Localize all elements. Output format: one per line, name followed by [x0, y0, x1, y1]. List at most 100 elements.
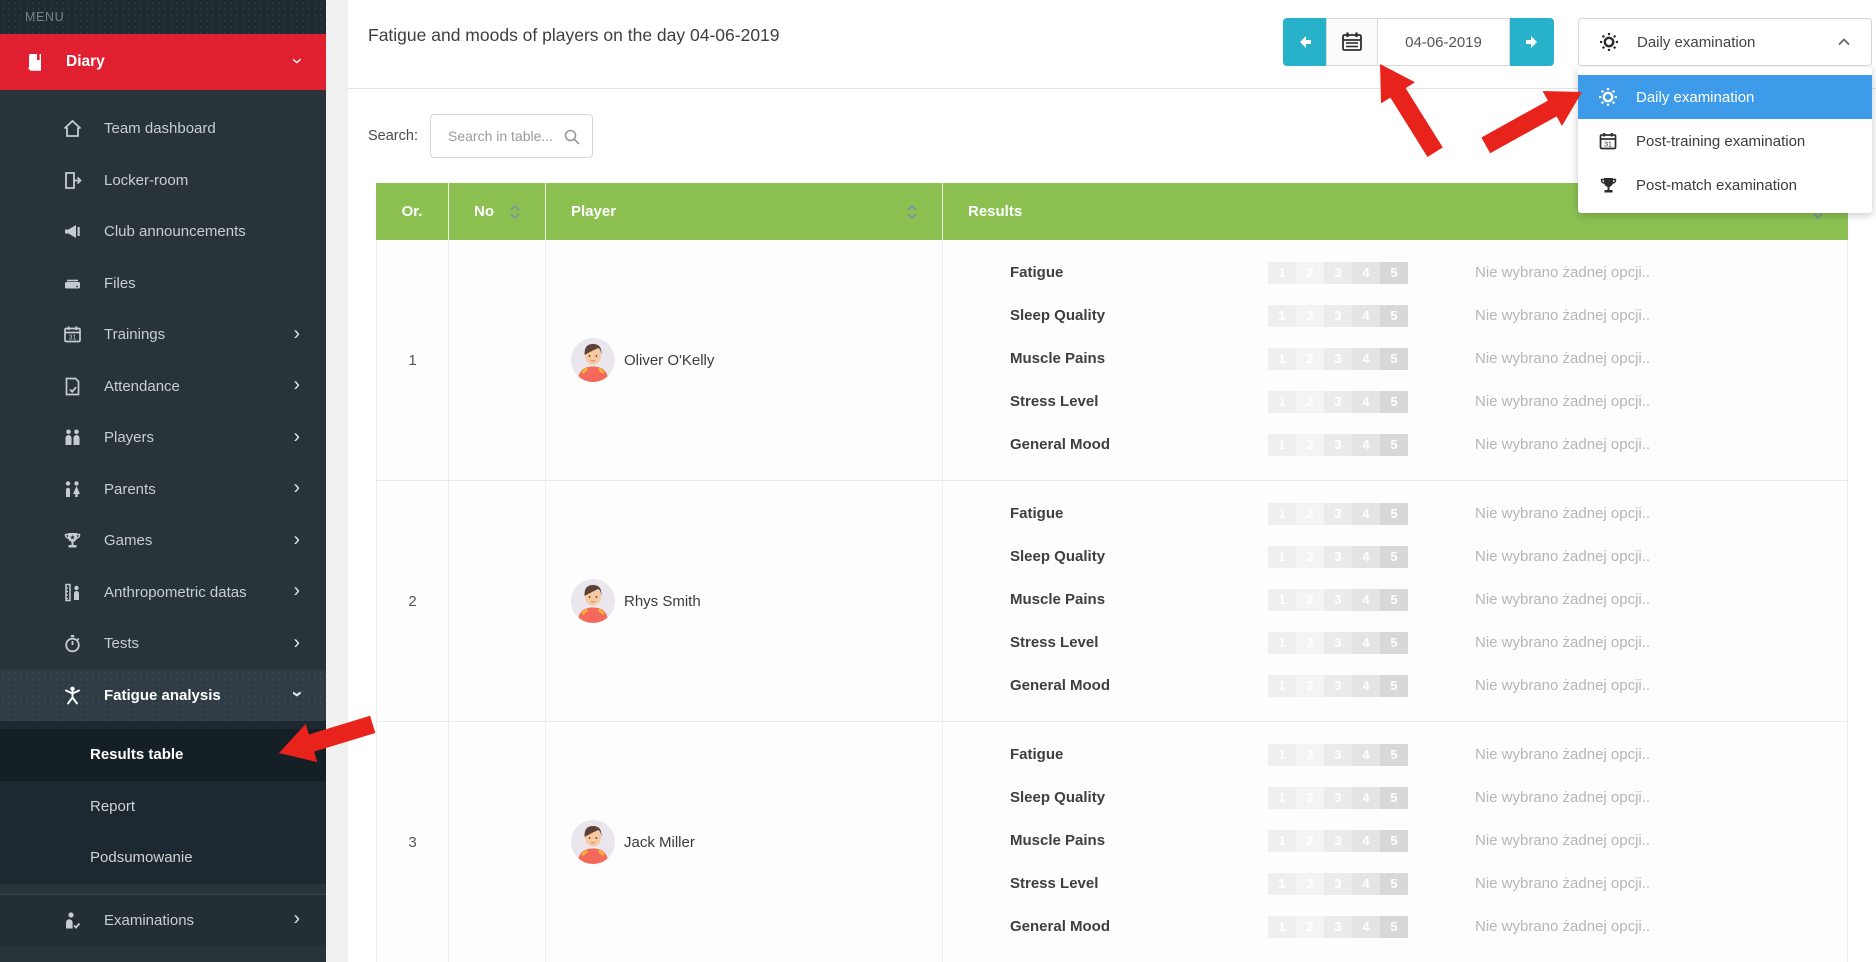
- rating-cell-4[interactable]: 4: [1352, 675, 1380, 697]
- rating-cell-2[interactable]: 2: [1296, 348, 1324, 370]
- rating-cell-5[interactable]: 5: [1380, 262, 1408, 284]
- sidebar-item-examinations[interactable]: Examinations ›: [0, 895, 326, 947]
- sidebar-item-diary[interactable]: Diary ›: [0, 34, 326, 90]
- rating-cell-4[interactable]: 4: [1352, 348, 1380, 370]
- rating-cell-4[interactable]: 4: [1352, 632, 1380, 654]
- sidebar-item-attendance[interactable]: Attendance›: [0, 361, 326, 413]
- next-day-button[interactable]: [1510, 18, 1554, 66]
- rating-cell-3[interactable]: 3: [1324, 348, 1352, 370]
- rating-cell-1[interactable]: 1: [1268, 503, 1296, 525]
- rating-cell-2[interactable]: 2: [1296, 546, 1324, 568]
- rating-cell-1[interactable]: 1: [1268, 305, 1296, 327]
- rating-cell-3[interactable]: 3: [1324, 305, 1352, 327]
- rating-cell-3[interactable]: 3: [1324, 632, 1352, 654]
- sidebar-item-players[interactable]: Players›: [0, 412, 326, 464]
- rating-cell-1[interactable]: 1: [1268, 675, 1296, 697]
- rating-cell-4[interactable]: 4: [1352, 262, 1380, 284]
- rating-cell-1[interactable]: 1: [1268, 873, 1296, 895]
- rating-cell-2[interactable]: 2: [1296, 873, 1324, 895]
- rating-cell-4[interactable]: 4: [1352, 916, 1380, 938]
- rating-cell-2[interactable]: 2: [1296, 391, 1324, 413]
- rating-cell-2[interactable]: 2: [1296, 632, 1324, 654]
- menu-option-post-match-examination[interactable]: Post-match examination: [1578, 163, 1872, 207]
- rating-cell-3[interactable]: 3: [1324, 262, 1352, 284]
- rating-cell-4[interactable]: 4: [1352, 787, 1380, 809]
- rating-cell-1[interactable]: 1: [1268, 632, 1296, 654]
- rating-cell-3[interactable]: 3: [1324, 744, 1352, 766]
- rating-cell-3[interactable]: 3: [1324, 873, 1352, 895]
- rating-cell-4[interactable]: 4: [1352, 305, 1380, 327]
- date-field[interactable]: 04-06-2019: [1378, 18, 1510, 66]
- rating-cell-3[interactable]: 3: [1324, 391, 1352, 413]
- rating-cell-3[interactable]: 3: [1324, 916, 1352, 938]
- sidebar-item-tests[interactable]: Tests›: [0, 618, 326, 670]
- rating-cell-1[interactable]: 1: [1268, 391, 1296, 413]
- sidebar-item-club-announcements[interactable]: Club announcements: [0, 206, 326, 258]
- rating-cell-5[interactable]: 5: [1380, 503, 1408, 525]
- rating-cell-2[interactable]: 2: [1296, 589, 1324, 611]
- rating-cell-1[interactable]: 1: [1268, 589, 1296, 611]
- rating-cell-1[interactable]: 1: [1268, 787, 1296, 809]
- column-header-player[interactable]: Player: [546, 183, 943, 240]
- rating-cell-5[interactable]: 5: [1380, 916, 1408, 938]
- rating-cell-3[interactable]: 3: [1324, 675, 1352, 697]
- search-input[interactable]: [446, 127, 565, 145]
- examination-type-select[interactable]: Daily examination: [1578, 18, 1872, 66]
- rating-cell-1[interactable]: 1: [1268, 348, 1296, 370]
- rating-cell-2[interactable]: 2: [1296, 503, 1324, 525]
- rating-cell-1[interactable]: 1: [1268, 262, 1296, 284]
- rating-cell-5[interactable]: 5: [1380, 589, 1408, 611]
- rating-cell-4[interactable]: 4: [1352, 873, 1380, 895]
- sidebar-item-fatigue-analysis[interactable]: Fatigue analysis›: [0, 670, 326, 722]
- rating-cell-4[interactable]: 4: [1352, 744, 1380, 766]
- rating-cell-5[interactable]: 5: [1380, 348, 1408, 370]
- rating-cell-2[interactable]: 2: [1296, 830, 1324, 852]
- column-header-no[interactable]: No: [449, 183, 546, 240]
- rating-cell-2[interactable]: 2: [1296, 675, 1324, 697]
- rating-cell-1[interactable]: 1: [1268, 546, 1296, 568]
- rating-cell-3[interactable]: 3: [1324, 503, 1352, 525]
- sidebar-item-locker-room[interactable]: Locker-room: [0, 155, 326, 207]
- rating-cell-5[interactable]: 5: [1380, 787, 1408, 809]
- rating-cell-2[interactable]: 2: [1296, 787, 1324, 809]
- sidebar-subitem-results-table[interactable]: Results table: [0, 729, 326, 781]
- calendar-button[interactable]: [1326, 18, 1378, 66]
- rating-cell-4[interactable]: 4: [1352, 503, 1380, 525]
- rating-cell-5[interactable]: 5: [1380, 873, 1408, 895]
- rating-cell-2[interactable]: 2: [1296, 916, 1324, 938]
- rating-cell-5[interactable]: 5: [1380, 391, 1408, 413]
- rating-cell-5[interactable]: 5: [1380, 305, 1408, 327]
- menu-option-daily-examination[interactable]: Daily examination: [1578, 75, 1872, 119]
- sidebar-item-anthropometric-datas[interactable]: Anthropometric datas›: [0, 567, 326, 619]
- rating-cell-4[interactable]: 4: [1352, 589, 1380, 611]
- rating-cell-3[interactable]: 3: [1324, 830, 1352, 852]
- rating-cell-3[interactable]: 3: [1324, 589, 1352, 611]
- sidebar-subitem-report[interactable]: Report: [0, 781, 326, 833]
- rating-cell-2[interactable]: 2: [1296, 744, 1324, 766]
- rating-cell-3[interactable]: 3: [1324, 434, 1352, 456]
- rating-cell-5[interactable]: 5: [1380, 546, 1408, 568]
- rating-cell-5[interactable]: 5: [1380, 632, 1408, 654]
- menu-option-post-training-examination[interactable]: 31 Post-training examination: [1578, 119, 1872, 163]
- rating-cell-1[interactable]: 1: [1268, 744, 1296, 766]
- rating-cell-1[interactable]: 1: [1268, 916, 1296, 938]
- rating-cell-5[interactable]: 5: [1380, 434, 1408, 456]
- rating-cell-4[interactable]: 4: [1352, 830, 1380, 852]
- rating-cell-2[interactable]: 2: [1296, 262, 1324, 284]
- rating-cell-3[interactable]: 3: [1324, 787, 1352, 809]
- rating-cell-5[interactable]: 5: [1380, 830, 1408, 852]
- sidebar-item-files[interactable]: Files: [0, 258, 326, 310]
- rating-cell-3[interactable]: 3: [1324, 546, 1352, 568]
- rating-cell-4[interactable]: 4: [1352, 391, 1380, 413]
- rating-cell-5[interactable]: 5: [1380, 675, 1408, 697]
- rating-cell-1[interactable]: 1: [1268, 434, 1296, 456]
- sidebar-item-trainings[interactable]: 31 Trainings›: [0, 309, 326, 361]
- rating-cell-2[interactable]: 2: [1296, 434, 1324, 456]
- sidebar-subitem-podsumowanie[interactable]: Podsumowanie: [0, 832, 326, 884]
- sidebar-item-parents[interactable]: Parents›: [0, 464, 326, 516]
- sidebar-item-team-dashboard[interactable]: Team dashboard: [0, 103, 326, 155]
- rating-cell-5[interactable]: 5: [1380, 744, 1408, 766]
- rating-cell-4[interactable]: 4: [1352, 546, 1380, 568]
- rating-cell-2[interactable]: 2: [1296, 305, 1324, 327]
- rating-cell-4[interactable]: 4: [1352, 434, 1380, 456]
